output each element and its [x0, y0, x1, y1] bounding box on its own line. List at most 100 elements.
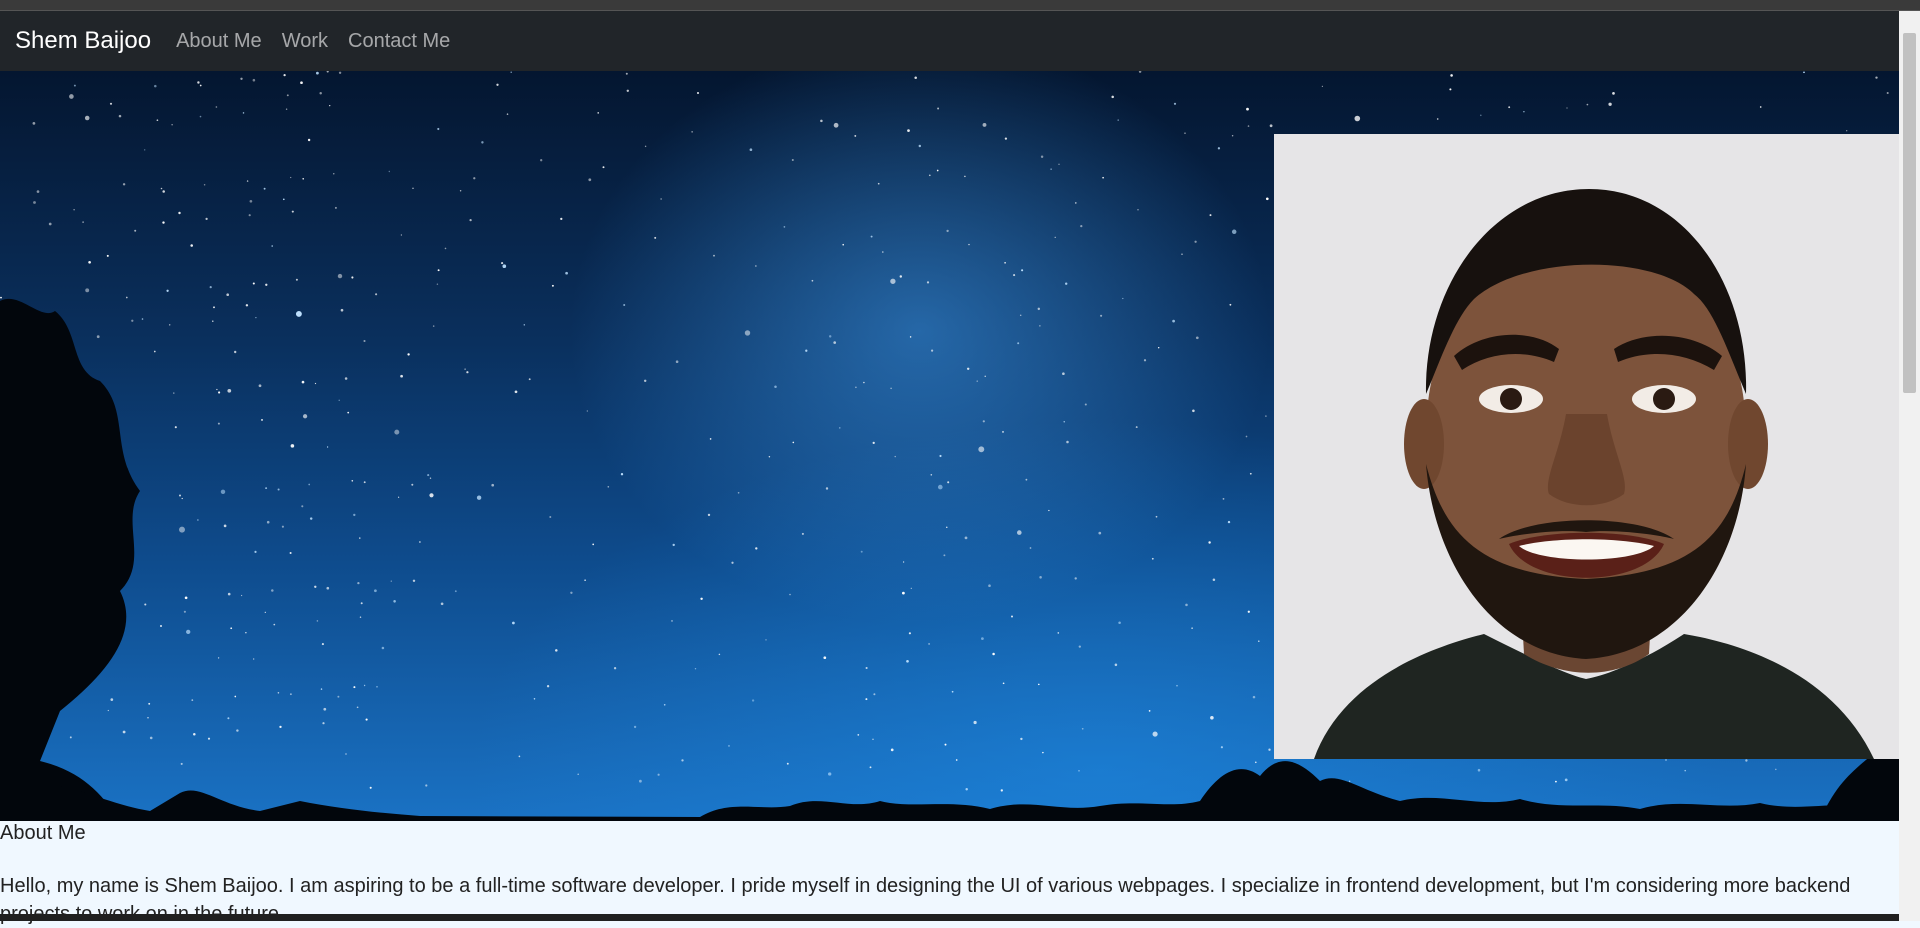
- star: [226, 293, 230, 297]
- star: [1564, 778, 1568, 782]
- star: [320, 688, 323, 690]
- star: [1566, 107, 1568, 109]
- star: [218, 391, 221, 394]
- star: [914, 76, 917, 79]
- nav-link-work[interactable]: Work: [277, 30, 333, 53]
- star: [1886, 91, 1889, 95]
- star: [1684, 769, 1686, 772]
- page-scrollbar[interactable]: [1899, 11, 1920, 921]
- star: [437, 127, 440, 131]
- star: [340, 308, 344, 312]
- star: [1021, 269, 1024, 272]
- star: [502, 264, 507, 269]
- star: [512, 621, 515, 625]
- star: [82, 221, 84, 223]
- star: [899, 275, 903, 278]
- scrollbar-thumb[interactable]: [1903, 33, 1916, 393]
- star: [363, 684, 366, 687]
- star: [1184, 132, 1186, 134]
- star: [727, 744, 731, 747]
- star: [681, 759, 684, 762]
- browser-top-bar: [0, 0, 1920, 11]
- star: [363, 481, 366, 484]
- star: [1192, 409, 1195, 413]
- star: [1148, 710, 1151, 712]
- star: [1172, 319, 1175, 323]
- star: [1480, 114, 1482, 117]
- star: [833, 341, 837, 344]
- star: [751, 699, 755, 702]
- star: [118, 114, 122, 118]
- star: [227, 592, 231, 596]
- star: [872, 738, 874, 740]
- star: [786, 762, 789, 765]
- star: [909, 336, 912, 338]
- star: [565, 271, 568, 275]
- star: [122, 730, 126, 734]
- star: [469, 218, 472, 222]
- star: [791, 158, 794, 162]
- star: [894, 455, 896, 458]
- nav-link-contact-me[interactable]: Contact Me: [343, 30, 455, 53]
- star: [890, 278, 896, 284]
- star: [1157, 346, 1160, 349]
- star: [227, 388, 232, 393]
- star: [1436, 118, 1439, 120]
- star: [291, 210, 294, 213]
- star: [353, 686, 356, 689]
- star: [955, 759, 958, 761]
- star: [436, 283, 439, 285]
- star: [381, 646, 385, 650]
- star: [1102, 176, 1104, 179]
- star: [592, 543, 595, 546]
- star: [180, 762, 183, 765]
- star: [1191, 627, 1193, 629]
- star: [205, 217, 208, 221]
- star: [657, 773, 660, 776]
- star: [1117, 119, 1119, 121]
- star: [877, 182, 880, 185]
- nav-link-about-me[interactable]: About Me: [171, 30, 267, 53]
- star: [166, 289, 169, 292]
- star: [768, 455, 771, 458]
- star: [644, 145, 647, 148]
- star: [828, 772, 832, 776]
- star: [144, 149, 146, 151]
- star: [179, 526, 185, 533]
- star: [1137, 209, 1139, 211]
- star: [411, 483, 414, 486]
- star: [181, 497, 183, 500]
- star: [240, 594, 243, 597]
- star: [122, 183, 126, 186]
- star: [918, 144, 922, 148]
- star: [223, 524, 227, 528]
- star: [691, 131, 693, 133]
- star: [1608, 102, 1612, 106]
- star: [639, 779, 642, 783]
- star: [907, 129, 910, 132]
- star: [159, 624, 163, 628]
- star: [162, 190, 165, 193]
- star: [183, 610, 186, 613]
- star: [263, 187, 266, 190]
- star: [1195, 336, 1199, 340]
- star: [32, 122, 36, 125]
- star: [523, 324, 526, 326]
- star: [765, 639, 767, 641]
- brand-link[interactable]: Shem Baijoo: [15, 27, 151, 55]
- star: [833, 122, 839, 128]
- star: [279, 725, 282, 729]
- star: [33, 201, 36, 204]
- star: [289, 551, 292, 555]
- star: [168, 324, 171, 326]
- star: [613, 667, 617, 670]
- star: [805, 349, 808, 352]
- star: [1208, 541, 1211, 544]
- star: [265, 283, 268, 286]
- star: [1231, 229, 1237, 235]
- star: [518, 755, 521, 758]
- star: [190, 244, 193, 247]
- star: [213, 306, 215, 309]
- star: [1209, 214, 1212, 217]
- star: [828, 335, 832, 338]
